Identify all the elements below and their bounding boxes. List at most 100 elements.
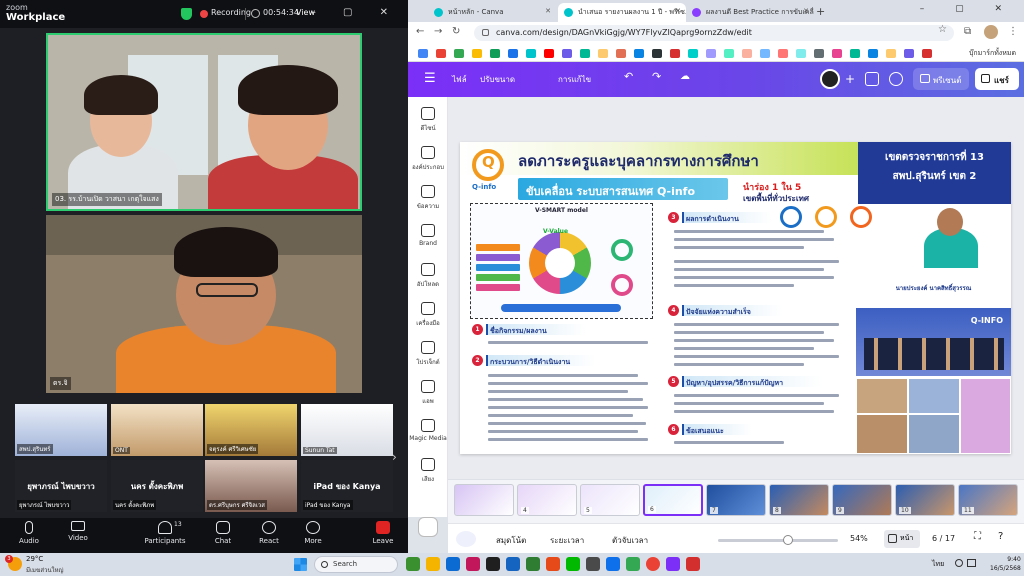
bookmark-icon[interactable] — [760, 49, 770, 58]
site-info-icon[interactable] — [482, 29, 489, 36]
gallery-tile[interactable]: iPad ของ Kanya iPad ของ Kanya — [301, 460, 393, 512]
page-thumbnail[interactable]: 9 — [832, 484, 892, 516]
bookmark-icon[interactable] — [742, 49, 752, 58]
chrome-icon[interactable] — [646, 557, 660, 571]
leave-button[interactable]: Leave — [361, 521, 405, 545]
bookmark-icon[interactable] — [652, 49, 662, 58]
bookmark-icon[interactable] — [886, 49, 896, 58]
side-item-brand[interactable]: Brand — [408, 224, 448, 247]
zoom-percent[interactable]: 54% — [850, 534, 868, 543]
system-clock[interactable]: 9:40 16/5/2568 — [990, 555, 1021, 573]
more-button[interactable]: More — [291, 521, 335, 545]
side-item-elements[interactable]: องค์ประกอบ — [408, 146, 448, 172]
menu-icon[interactable]: ☰ — [424, 71, 436, 86]
fullscreen-icon[interactable]: ⛶ — [974, 531, 981, 542]
collaborator-avatar[interactable] — [820, 69, 840, 89]
page-thumbnail[interactable] — [454, 484, 514, 516]
page-view-button[interactable]: หน้า — [884, 530, 920, 548]
bookmark-icon[interactable] — [904, 49, 914, 58]
resize-menu[interactable]: ปรับขนาด — [480, 73, 515, 86]
menu-dots-icon[interactable]: ⋮ — [1008, 26, 1018, 37]
bookmark-icon[interactable] — [724, 49, 734, 58]
wifi-icon[interactable] — [955, 559, 963, 567]
video-button[interactable]: Video — [56, 521, 100, 542]
redo-icon[interactable]: ↷ — [652, 70, 661, 83]
profile-avatar[interactable] — [984, 25, 998, 39]
excel-icon[interactable] — [526, 557, 540, 571]
back-icon[interactable]: ← — [416, 26, 424, 37]
zoom-slider-knob[interactable] — [782, 535, 793, 545]
chevron-right-icon[interactable]: › — [392, 450, 397, 464]
timer-button[interactable]: ตัวจับเวลา — [612, 534, 648, 547]
taskbar-app-icon[interactable] — [466, 557, 480, 571]
bookmark-icon[interactable] — [418, 49, 428, 58]
side-item-magic-media[interactable]: Magic Media — [408, 419, 448, 442]
side-item-design[interactable]: ดีไซน์ — [408, 107, 448, 133]
zoom-slider[interactable] — [718, 535, 838, 545]
window-controls[interactable]: – ▢ ✕ — [920, 4, 1016, 14]
taskbar-app-icon[interactable] — [486, 557, 500, 571]
bookmark-icon[interactable] — [778, 49, 788, 58]
bookmark-icon[interactable] — [850, 49, 860, 58]
gallery-tile[interactable]: นคร ตั้งคะพิภพ นคร ตั้งคะพิภพ — [111, 460, 203, 512]
bookmark-icon[interactable] — [526, 49, 536, 58]
gallery-tile[interactable]: ดร.ศรีบุษกร ศรีจิลเวส — [205, 460, 297, 512]
side-item-projects[interactable]: โปรเจ็กต์ — [408, 341, 448, 367]
cloud-saved-icon[interactable]: ☁ — [680, 71, 690, 82]
slide[interactable]: Q Q-info ลดภาระครูและบุคลากรทางการศึกษา … — [460, 142, 1011, 454]
share-button[interactable]: แชร์ — [975, 68, 1019, 90]
shield-icon[interactable] — [181, 8, 192, 20]
windows-start-icon[interactable] — [294, 558, 307, 571]
bookmark-icon[interactable] — [706, 49, 716, 58]
page-thumbnail[interactable]: 8 — [769, 484, 829, 516]
browser-tab-active[interactable]: นำเสนอ รายงานผลงาน 1 ปี - พรีเซ... ✕ — [558, 3, 686, 22]
forward-icon[interactable]: → — [434, 26, 442, 37]
page-thumbnail[interactable]: 4 — [517, 484, 577, 516]
side-item-text[interactable]: ข้อความ — [408, 185, 448, 211]
taskbar-app-icon[interactable] — [666, 557, 680, 571]
url-input[interactable]: canva.com/design/DAGnVkiGgjg/WY7FlyvZIQa… — [474, 25, 954, 41]
taskbar-app-icon[interactable] — [586, 557, 600, 571]
reload-icon[interactable]: ↻ — [452, 26, 460, 37]
audio-button[interactable]: Audio — [7, 521, 51, 545]
gallery-tile[interactable]: ยุพาภรณ์ ไพบขวาว ยุพาภรณ์ ไพบขวาว — [15, 460, 107, 512]
side-item-apps[interactable]: แอพ — [408, 380, 448, 406]
gallery-tile[interactable]: สพป.สุรินทร์ — [15, 404, 107, 456]
side-item-audio[interactable]: เสียง — [408, 458, 448, 484]
bookmark-icon[interactable] — [598, 49, 608, 58]
page-thumbnail-selected[interactable]: 6 — [643, 484, 703, 516]
line-icon[interactable] — [566, 557, 580, 571]
gallery-tile[interactable]: ONT — [111, 404, 203, 456]
bookmark-icon[interactable] — [634, 49, 644, 58]
bookmark-icon[interactable] — [490, 49, 500, 58]
gallery-tile[interactable]: จตุรงค์ ศรีวิเศษชัย — [205, 404, 297, 456]
page-thumbnail[interactable]: 7 — [706, 484, 766, 516]
edit-menu[interactable]: การแก้ไข — [558, 73, 591, 86]
side-item-tools[interactable]: เครื่องมือ — [408, 302, 448, 328]
browser-tab[interactable]: หน้าหลัก - Canva ✕ — [428, 3, 556, 22]
duration-button[interactable]: ระยะเวลา — [550, 534, 584, 547]
file-menu[interactable]: ไฟล์ — [452, 73, 467, 86]
page-thumbnail[interactable]: 11 — [958, 484, 1018, 516]
bookmark-icon[interactable] — [436, 49, 446, 58]
taskbar-app-icon[interactable] — [406, 557, 420, 571]
bookmark-icon[interactable] — [580, 49, 590, 58]
video-tile-active-speaker[interactable]: 03. รร.บ้านเปิด วาสนา เกตุใจแสง — [46, 33, 362, 211]
gallery-tile[interactable]: Sunun Tat — [301, 404, 393, 456]
bookmark-icon[interactable] — [868, 49, 878, 58]
bookmark-icon[interactable] — [922, 49, 932, 58]
notes-button[interactable]: สมุดโน้ต — [496, 534, 526, 547]
bookmark-icon[interactable] — [796, 49, 806, 58]
comment-icon[interactable] — [889, 72, 903, 86]
bookmark-icon[interactable] — [472, 49, 482, 58]
bookmark-icon[interactable] — [688, 49, 698, 58]
bookmark-icon[interactable] — [670, 49, 680, 58]
close-icon[interactable]: ✕ — [803, 7, 809, 15]
bookmark-icon[interactable] — [832, 49, 842, 58]
magic-sparkle-icon[interactable] — [418, 517, 438, 537]
new-tab-button[interactable]: + — [816, 5, 825, 18]
weather-description[interactable]: มีเมฆส่วนใหญ่ — [26, 565, 64, 575]
video-tile-participant[interactable]: ดร.จิ — [46, 215, 362, 393]
page-thumbnail[interactable]: 5 — [580, 484, 640, 516]
zoom-app-icon[interactable] — [606, 557, 620, 571]
